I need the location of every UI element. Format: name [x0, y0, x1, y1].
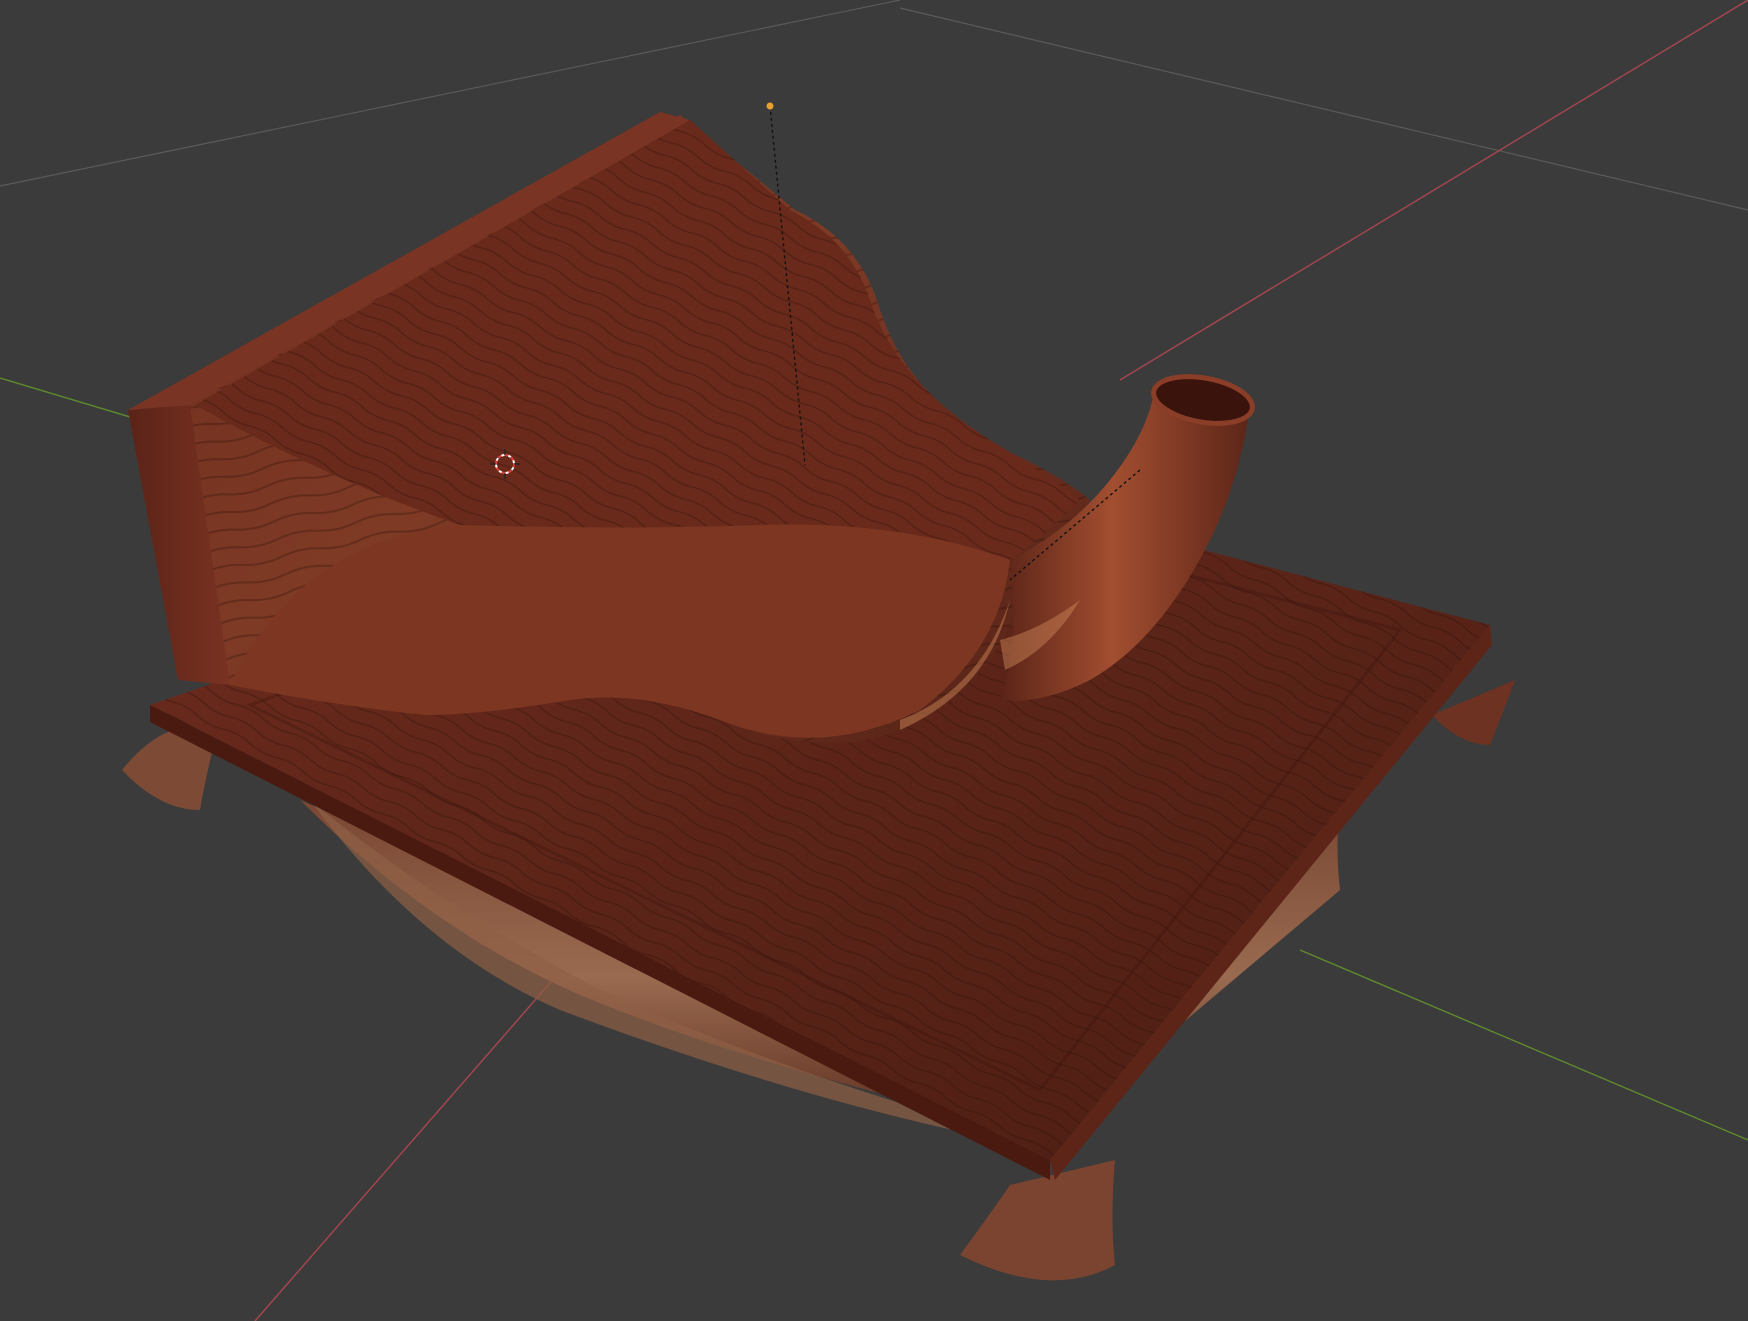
grid-line-right — [899, 7, 1748, 211]
y-axis-line-right — [1299, 949, 1748, 1141]
x-axis-line-lower — [254, 959, 571, 1321]
viewport-canvas[interactable] — [0, 0, 1748, 1321]
light-origin-icon[interactable] — [766, 102, 774, 110]
base-foot-front — [960, 1160, 1115, 1281]
y-axis-line-left — [0, 377, 141, 421]
3d-viewport[interactable] — [0, 0, 1748, 1321]
x-axis-line-upper — [1119, 0, 1748, 381]
grid-line-upper — [0, 0, 901, 187]
